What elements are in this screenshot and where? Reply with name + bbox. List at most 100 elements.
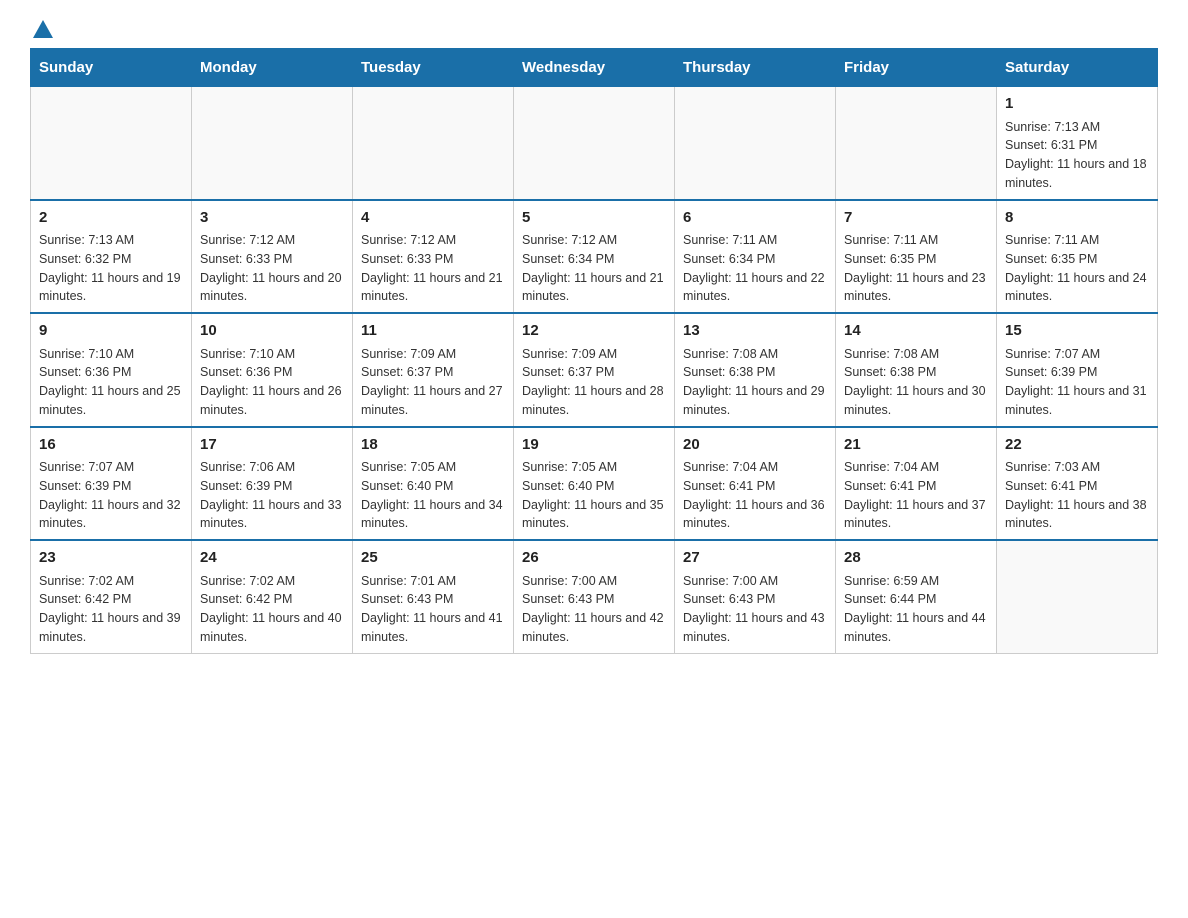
day-number: 3: [200, 207, 344, 230]
sunset-text: Sunset: 6:38 PM: [844, 363, 988, 382]
sunrise-text: Sunrise: 7:04 AM: [683, 458, 827, 477]
col-tuesday: Tuesday: [353, 49, 514, 87]
calendar-day-cell: 12Sunrise: 7:09 AMSunset: 6:37 PMDayligh…: [514, 313, 675, 427]
sunset-text: Sunset: 6:36 PM: [39, 363, 183, 382]
logo: [30, 20, 53, 38]
day-number: 10: [200, 320, 344, 343]
day-number: 14: [844, 320, 988, 343]
calendar-day-cell: 15Sunrise: 7:07 AMSunset: 6:39 PMDayligh…: [997, 313, 1158, 427]
day-number: 1: [1005, 93, 1149, 116]
daylight-text: Daylight: 11 hours and 44 minutes.: [844, 609, 988, 647]
daylight-text: Daylight: 11 hours and 35 minutes.: [522, 496, 666, 534]
day-number: 21: [844, 434, 988, 457]
sunrise-text: Sunrise: 7:10 AM: [200, 345, 344, 364]
sunset-text: Sunset: 6:39 PM: [200, 477, 344, 496]
daylight-text: Daylight: 11 hours and 40 minutes.: [200, 609, 344, 647]
calendar-week-row: 16Sunrise: 7:07 AM Sunset: 6:39 PM Dayligh…: [31, 427, 1158, 541]
day-number: 2: [39, 207, 183, 230]
sunrise-text: Sunrise: 7:02 AM: [39, 572, 183, 591]
day-number: 22: [1005, 434, 1149, 457]
sunset-text: Sunset: 6:43 PM: [683, 590, 827, 609]
calendar-day-cell: 27Sunrise: 7:00 AMSunset: 6:43 PMDayligh…: [675, 540, 836, 653]
calendar-body: 1Sunrise: 7:13 AMSunset: 6:31 PMDaylight…: [31, 87, 1158, 654]
col-friday: Friday: [836, 49, 997, 87]
calendar-day-cell: 4Sunrise: 7:12 AMSunset: 6:33 PMDaylight…: [353, 200, 514, 314]
col-saturday: Saturday: [997, 49, 1158, 87]
calendar-day-cell: 25 Sunrise: 7:01 AMSunset: 6:43 PMDayligh…: [353, 540, 514, 653]
calendar-day-cell: 11Sunrise: 7:09 AMSunset: 6:37 PMDayligh…: [353, 313, 514, 427]
sunset-text: Sunset: 6:41 PM: [844, 477, 988, 496]
sunrise-text: Sunrise: 7:11 AM: [1005, 231, 1149, 250]
calendar-day-cell: 24Sunrise: 7:02 AMSunset: 6:42 PMDayligh…: [192, 540, 353, 653]
calendar-day-cell: 9Sunrise: 7:10 AMSunset: 6:36 PMDaylight…: [31, 313, 192, 427]
sunrise-text: Sunrise: 7:06 AM: [200, 458, 344, 477]
daylight-text: Daylight: 11 hours and 37 minutes.: [844, 496, 988, 534]
day-number: 24: [200, 547, 344, 570]
daylight-text: Daylight: 11 hours and 43 minutes.: [683, 609, 827, 647]
sunrise-text: Sunrise: 7:01 AM: [361, 572, 505, 591]
daylight-text: Daylight: 11 hours and 32 minutes.: [39, 496, 183, 534]
sunrise-text: Sunrise: 7:13 AM: [39, 231, 183, 250]
daylight-text: Daylight: 11 hours and 21 minutes.: [361, 269, 505, 307]
day-number: 16: [39, 434, 183, 457]
calendar-day-cell: [675, 87, 836, 200]
sunset-text: Sunset: 6:38 PM: [683, 363, 827, 382]
calendar-day-cell: 10Sunrise: 7:10 AMSunset: 6:36 PMDayligh…: [192, 313, 353, 427]
day-number: 6: [683, 207, 827, 230]
header-row: Sunday Monday Tuesday Wednesday Thursday…: [31, 49, 1158, 87]
day-number: 23: [39, 547, 183, 570]
day-number: 19: [522, 434, 666, 457]
calendar-day-cell: 18Sunrise: 7:05 AMSunset: 6:40 PMDayligh…: [353, 427, 514, 541]
daylight-text: Daylight: 11 hours and 30 minutes.: [844, 382, 988, 420]
sunrise-text: Sunrise: 7:10 AM: [39, 345, 183, 364]
calendar-day-cell: 26Sunrise: 7:00 AMSunset: 6:43 PMDayligh…: [514, 540, 675, 653]
day-number: 18: [361, 434, 505, 457]
calendar-day-cell: 14Sunrise: 7:08 AMSunset: 6:38 PMDayligh…: [836, 313, 997, 427]
calendar-week-row: 2Sunrise: 7:13 AMSunset: 6:32 PMDaylight…: [31, 200, 1158, 314]
calendar-week-row: 23Sunrise: 7:02 AMSunset: 6:42 PMDayligh…: [31, 540, 1158, 653]
daylight-text: Daylight: 11 hours and 19 minutes.: [39, 269, 183, 307]
col-sunday: Sunday: [31, 49, 192, 87]
sunset-text: Sunset: 6:41 PM: [683, 477, 827, 496]
col-monday: Monday: [192, 49, 353, 87]
sunrise-text: Sunrise: 7:05 AM: [361, 458, 505, 477]
sunset-text: Sunset: 6:35 PM: [1005, 250, 1149, 269]
sunrise-text: Sunrise: 7:09 AM: [522, 345, 666, 364]
sunrise-text: Sunrise: 7:07 AM: [1005, 345, 1149, 364]
daylight-text: Daylight: 11 hours and 21 minutes.: [522, 269, 666, 307]
sunrise-text: Sunrise: 7:12 AM: [361, 231, 505, 250]
calendar-day-cell: [353, 87, 514, 200]
daylight-text: Daylight: 11 hours and 18 minutes.: [1005, 155, 1149, 193]
sunrise-text: Sunrise: 7:12 AM: [522, 231, 666, 250]
day-number: 27: [683, 547, 827, 570]
sunset-text: Sunset: 6:42 PM: [39, 590, 183, 609]
day-number: 28: [844, 547, 988, 570]
daylight-text: Daylight: 11 hours and 39 minutes.: [39, 609, 183, 647]
daylight-text: Daylight: 11 hours and 41 minutes.: [361, 609, 505, 647]
day-number: 13: [683, 320, 827, 343]
calendar-day-cell: 8Sunrise: 7:11 AMSunset: 6:35 PMDaylight…: [997, 200, 1158, 314]
daylight-text: Daylight: 11 hours and 42 minutes.: [522, 609, 666, 647]
day-number: 25: [361, 547, 505, 570]
day-number: 5: [522, 207, 666, 230]
sunrise-text: Sunrise: 7:07 AM: [39, 458, 183, 477]
calendar-day-cell: 13Sunrise: 7:08 AMSunset: 6:38 PMDayligh…: [675, 313, 836, 427]
sunset-text: Sunset: 6:31 PM: [1005, 136, 1149, 155]
calendar-day-cell: 2Sunrise: 7:13 AMSunset: 6:32 PMDaylight…: [31, 200, 192, 314]
sunrise-text: Sunrise: 7:09 AM: [361, 345, 505, 364]
col-thursday: Thursday: [675, 49, 836, 87]
calendar-week-row: 1Sunrise: 7:13 AMSunset: 6:31 PMDaylight…: [31, 87, 1158, 200]
sunrise-text: Sunrise: 7:03 AM: [1005, 458, 1149, 477]
calendar-day-cell: 28Sunrise: 6:59 AMSunset: 6:44 PMDayligh…: [836, 540, 997, 653]
sunset-text: Sunset: 6:39 PM: [1005, 363, 1149, 382]
daylight-text: Daylight: 11 hours and 29 minutes.: [683, 382, 827, 420]
daylight-text: Daylight: 11 hours and 38 minutes.: [1005, 496, 1149, 534]
day-number: 4: [361, 207, 505, 230]
sunrise-text: Sunrise: 7:00 AM: [522, 572, 666, 591]
day-number: 7: [844, 207, 988, 230]
day-number: 20: [683, 434, 827, 457]
calendar-day-cell: 21Sunrise: 7:04 AMSunset: 6:41 PMDayligh…: [836, 427, 997, 541]
day-number: 26: [522, 547, 666, 570]
sunset-text: Sunset: 6:40 PM: [522, 477, 666, 496]
sunset-text: Sunset: 6:43 PM: [361, 590, 505, 609]
